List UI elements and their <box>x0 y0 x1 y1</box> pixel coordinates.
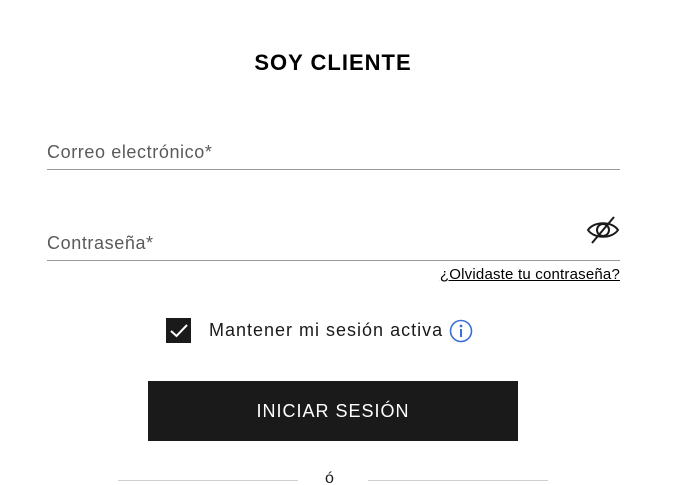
divider-right <box>368 480 548 481</box>
remember-me-checkbox[interactable] <box>166 318 191 343</box>
divider-left <box>118 480 298 481</box>
divider-text: ó <box>325 470 334 485</box>
forgot-password-link[interactable]: ¿Olvidaste tu contraseña? <box>440 266 620 283</box>
eye-slash-icon[interactable] <box>586 215 620 245</box>
remember-me-row: Mantener mi sesión activa <box>166 318 473 343</box>
login-panel: SOY CLIENTE ¿Olvidaste tu contraseña? Ma… <box>0 0 679 485</box>
info-icon[interactable] <box>449 319 473 343</box>
email-field-wrapper <box>47 136 620 170</box>
remember-me-label: Mantener mi sesión activa <box>209 320 444 340</box>
password-field-wrapper <box>47 216 620 261</box>
page-title: SOY CLIENTE <box>254 50 412 75</box>
password-field[interactable] <box>47 227 620 260</box>
checkmark-icon <box>169 323 188 337</box>
login-button[interactable]: INICIAR SESIÓN <box>148 381 518 441</box>
email-field[interactable] <box>47 136 620 169</box>
